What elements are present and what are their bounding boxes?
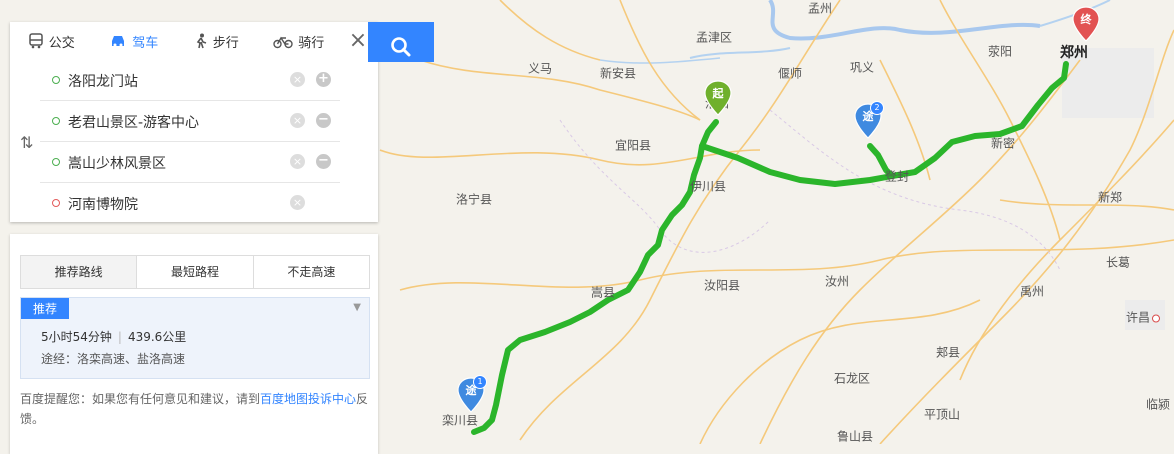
route-stop-start[interactable]: 洛阳龙门站 × +: [40, 60, 340, 101]
remove-stop-button[interactable]: −: [316, 113, 331, 128]
travel-mode-tabs: 公交 驾车 步行 骑行: [10, 22, 340, 60]
route-search-box: 公交 驾车 步行 骑行 × ⇅ 洛阳龙门站 × + 老君山景区-游客中心 × −…: [10, 22, 378, 222]
place-label: 汝州: [824, 274, 850, 289]
place-label: 栾川县: [441, 413, 479, 428]
plan-duration: 5小时54分钟: [41, 330, 112, 344]
place-label: 郏县: [935, 345, 961, 360]
place-label: 临颍: [1145, 397, 1171, 412]
route-plan-card[interactable]: 推荐 ▼ 5小时54分钟 | 439.6公里 途经：洛栾高速、盐洛高速: [20, 297, 370, 379]
route-stop-via-1[interactable]: 老君山景区-游客中心 × −: [40, 101, 340, 142]
place-label: 许昌: [1126, 309, 1161, 326]
strategy-recommended[interactable]: 推荐路线: [21, 256, 138, 288]
plan-via: 途经：洛栾高速、盐洛高速: [41, 352, 186, 366]
place-label: 洛宁县: [455, 192, 493, 207]
place-label: 鲁山县: [836, 429, 874, 444]
place-label: 义马: [527, 61, 553, 76]
marker-badge: 1: [473, 375, 487, 389]
tab-bus[interactable]: 公交: [10, 22, 93, 60]
route-stop-end[interactable]: 河南博物院 ×: [40, 183, 340, 223]
marker-label: 起: [712, 87, 724, 100]
add-stop-button[interactable]: +: [316, 72, 331, 87]
place-label: 孟州: [807, 1, 833, 16]
city-dot-icon: [1152, 314, 1161, 322]
feedback-note: 百度提醒您：如果您有任何意见和建议，请到百度地图投诉中心反馈。: [20, 389, 370, 429]
stop-name: 老君山景区-游客中心: [68, 115, 200, 131]
clear-stop-icon[interactable]: ×: [290, 195, 305, 210]
map-marker-pin-icon[interactable]: 终: [1072, 6, 1100, 42]
map-marker-pin-icon[interactable]: 起: [704, 80, 732, 116]
place-label: 伊川县: [689, 179, 727, 194]
bus-icon: [28, 33, 43, 49]
walk-icon: [196, 33, 206, 49]
via-dot-icon: [52, 117, 60, 125]
clear-stop-icon[interactable]: ×: [290, 154, 305, 169]
route-strategy-tabs: 推荐路线 最短路程 不走高速: [20, 255, 370, 289]
place-label: 巩义: [849, 60, 875, 75]
tab-drive[interactable]: 驾车: [93, 22, 176, 60]
place-label: 禹州: [1019, 284, 1045, 299]
route-layer: [471, 61, 1069, 435]
start-dot-icon: [52, 76, 60, 84]
bike-icon: [273, 36, 293, 49]
route-stop-list: 洛阳龙门站 × + 老君山景区-游客中心 × − 嵩山少林风景区 × − 河南博…: [10, 60, 340, 223]
place-label: 新密: [990, 136, 1016, 151]
stop-name: 嵩山少林风景区: [68, 156, 166, 172]
place-label: 登封: [884, 169, 910, 184]
strategy-shortest[interactable]: 最短路程: [137, 256, 254, 288]
route-result-panel: 推荐路线 最短路程 不走高速 推荐 ▼ 5小时54分钟 | 439.6公里 途经：洛…: [10, 234, 378, 454]
place-label: 郑州: [1060, 45, 1088, 61]
stop-name: 洛阳龙门站: [68, 74, 138, 90]
place-label: 新安县: [599, 66, 637, 81]
place-label: 平顶山: [923, 407, 961, 422]
tab-walk[interactable]: 步行: [175, 22, 258, 60]
plan-tag: 推荐: [21, 298, 70, 319]
note-prefix: 百度提醒您：如果您有任何意见和建议，请到: [20, 392, 261, 406]
place-label: 汝阳县: [703, 278, 741, 293]
place-label: 荥阳: [987, 44, 1013, 59]
clear-stop-icon[interactable]: ×: [290, 113, 305, 128]
tab-walk-label: 步行: [212, 35, 239, 51]
complaint-center-link[interactable]: 百度地图投诉中心: [260, 392, 356, 406]
strategy-no-highway[interactable]: 不走高速: [254, 256, 369, 288]
place-label: 长葛: [1105, 255, 1131, 270]
clear-stop-icon[interactable]: ×: [290, 72, 305, 87]
place-label: 宜阳县: [614, 138, 652, 153]
place-label: 嵩县: [590, 285, 616, 300]
marker-label: 终: [1080, 13, 1092, 26]
route-panel: 公交 驾车 步行 骑行 × ⇅ 洛阳龙门站 × + 老君山景区-游客中心 × −…: [10, 22, 378, 454]
remove-stop-button[interactable]: −: [316, 154, 331, 169]
end-dot-icon: [52, 199, 60, 207]
plan-summary: 5小时54分钟 | 439.6公里: [41, 330, 187, 344]
via-dot-icon: [52, 158, 60, 166]
route-segment-3: [889, 61, 1069, 179]
marker-badge: 2: [870, 101, 884, 115]
close-icon[interactable]: ×: [346, 30, 370, 54]
chevron-down-icon[interactable]: ▼: [353, 302, 361, 313]
route-segment-1: [471, 119, 719, 435]
tab-bus-label: 公交: [48, 35, 75, 51]
place-label: 偃师: [777, 66, 803, 81]
map-marker-pin-icon[interactable]: 途1: [457, 375, 487, 413]
tab-bike[interactable]: 骑行: [258, 22, 341, 60]
route-stop-via-2[interactable]: 嵩山少林风景区 × −: [40, 142, 340, 183]
tab-bike-label: 骑行: [298, 35, 325, 51]
place-label: 新郑: [1097, 190, 1123, 205]
plan-distance: 439.6公里: [127, 330, 187, 344]
search-button[interactable]: [368, 22, 434, 62]
place-label: 石龙区: [833, 371, 871, 386]
tab-drive-label: 驾车: [132, 35, 159, 51]
place-label: 孟津区: [695, 30, 733, 45]
search-icon: [391, 36, 411, 56]
stop-name: 河南博物院: [68, 197, 138, 213]
map-marker-pin-icon[interactable]: 途2: [854, 101, 884, 139]
car-icon: [112, 36, 125, 47]
